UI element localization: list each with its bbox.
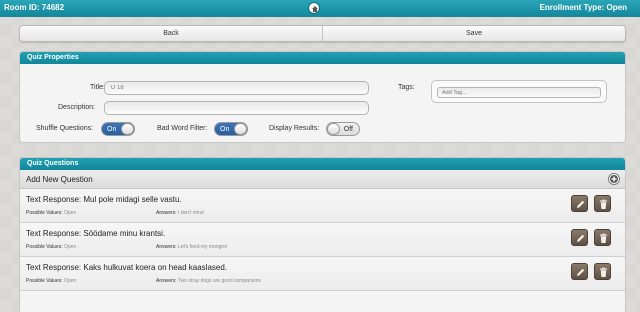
- quiz-questions-panel: Quiz Questions Add New Question Text Res…: [19, 157, 626, 312]
- answers-label: Answers:: [156, 244, 177, 250]
- enrollment-label: Enrollment Type:: [539, 3, 605, 12]
- enrollment-value: Open: [606, 3, 627, 12]
- add-question-label: Add New Question: [26, 175, 93, 184]
- possible-values: Possible Values: Open: [26, 244, 76, 250]
- possible-values-value: Open: [64, 244, 77, 250]
- possible-values: Possible Values: Open: [26, 278, 76, 284]
- toggle-knob: [327, 123, 340, 135]
- home-icon[interactable]: [308, 2, 320, 14]
- room-id-value: 74682: [41, 3, 65, 12]
- title-field[interactable]: [104, 81, 369, 95]
- enrollment-type: Enrollment Type: Open: [540, 3, 627, 12]
- plus-circle-icon[interactable]: [608, 173, 620, 185]
- tags-box: [431, 80, 607, 103]
- answers: Answers: Let's feed my mongrel: [156, 244, 227, 250]
- trash-icon[interactable]: [594, 195, 611, 212]
- add-tag-input[interactable]: [437, 87, 601, 98]
- possible-values-value: Open: [64, 210, 77, 216]
- possible-values-label: Possible Values:: [26, 210, 63, 216]
- badword-toggle-state: On: [220, 126, 230, 133]
- question-item[interactable]: Text Response: Kaks hulkuvat koera on he…: [20, 257, 625, 291]
- possible-values: Possible Values: Open: [26, 210, 76, 216]
- answers: Answers: Two stray dogs are good compani…: [156, 278, 261, 284]
- toggle-knob: [234, 123, 247, 135]
- possible-values-label: Possible Values:: [26, 278, 63, 284]
- shuffle-toggle-state: On: [107, 126, 117, 133]
- shuffle-questions-label: Shuffle Questions:: [36, 125, 94, 132]
- room-id: Room ID: 74682: [4, 3, 64, 12]
- quiz-properties-panel: Quiz Properties Title: Description: Tags…: [19, 51, 626, 143]
- edit-pencil-icon[interactable]: [571, 229, 588, 246]
- display-results-label: Display Results:: [269, 125, 320, 132]
- question-title: Text Response: Kaks hulkuvat koera on he…: [26, 263, 228, 272]
- room-id-label: Room ID:: [4, 3, 40, 12]
- question-item[interactable]: Text Response: Mul pole midagi selle vas…: [20, 189, 625, 223]
- question-title: Text Response: Söödame minu krantsi.: [26, 229, 166, 238]
- question-title: Text Response: Mul pole midagi selle vas…: [26, 195, 182, 204]
- possible-values-value: Open: [64, 278, 77, 284]
- edit-pencil-icon[interactable]: [571, 195, 588, 212]
- question-item[interactable]: Text Response: Söödame minu krantsi. Pos…: [20, 223, 625, 257]
- quiz-properties-header: Quiz Properties: [20, 52, 625, 64]
- bad-word-filter-label: Bad Word Filter:: [157, 125, 208, 132]
- possible-values-label: Possible Values:: [26, 244, 63, 250]
- answers-label: Answers:: [156, 210, 177, 216]
- shuffle-questions-toggle[interactable]: On: [101, 122, 135, 136]
- bad-word-filter-toggle[interactable]: On: [214, 122, 248, 136]
- description-field[interactable]: [104, 101, 369, 115]
- description-label: Description:: [58, 104, 95, 111]
- trash-icon[interactable]: [594, 263, 611, 280]
- answers-value: Two stray dogs are good companions: [177, 278, 261, 284]
- tags-label: Tags:: [398, 84, 415, 91]
- title-label: Title:: [90, 84, 105, 91]
- edit-pencil-icon[interactable]: [571, 263, 588, 280]
- display-results-toggle[interactable]: Off: [326, 122, 360, 136]
- top-bar: Room ID: 74682 Enrollment Type: Open: [0, 0, 640, 17]
- answers-value: I don't mind: [177, 210, 204, 216]
- display-toggle-state: Off: [343, 126, 353, 133]
- toggle-knob: [121, 123, 134, 135]
- quiz-questions-header: Quiz Questions: [20, 158, 625, 170]
- trash-icon[interactable]: [594, 229, 611, 246]
- answers-value: Let's feed my mongrel: [177, 244, 227, 250]
- save-button[interactable]: Save: [322, 26, 625, 41]
- back-button[interactable]: Back: [20, 26, 322, 41]
- action-toolbar: Back Save: [19, 25, 626, 42]
- add-question-row[interactable]: Add New Question: [20, 170, 625, 189]
- answers: Answers: I don't mind: [156, 210, 204, 216]
- answers-label: Answers:: [156, 278, 177, 284]
